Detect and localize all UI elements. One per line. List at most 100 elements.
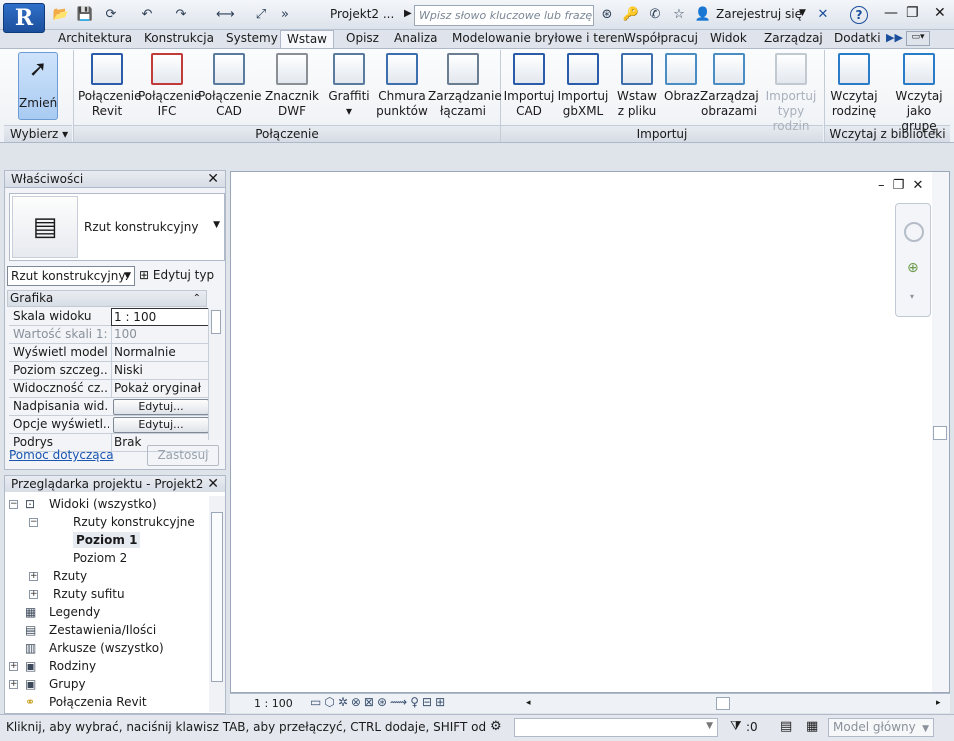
worksets-icon[interactable]: ⚙ — [490, 719, 502, 734]
help-icon[interactable]: ? — [850, 6, 868, 24]
expand-toggle-icon[interactable]: − — [9, 500, 18, 509]
filter-icon[interactable]: ⧩ — [730, 719, 742, 734]
tab-7[interactable]: Współpracuj — [618, 30, 704, 48]
binoculars-icon[interactable]: ⊛ — [598, 6, 616, 24]
property-value[interactable]: Niski — [111, 362, 209, 380]
property-value[interactable]: 100 — [111, 326, 209, 344]
measure-icon[interactable]: ⟷ — [216, 6, 235, 24]
property-row[interactable]: Poziom szczeg... Niski — [9, 362, 209, 380]
redo-icon[interactable]: ↷ — [172, 6, 190, 24]
instance-filter-select[interactable]: Rzut konstrukcyjny: ▼ — [7, 266, 135, 286]
expand-toggle-icon[interactable]: + — [29, 590, 38, 599]
tree-item[interactable]: Widoki (wszystko) — [49, 496, 157, 512]
more-tabs-icon[interactable]: ▶▶ — [886, 31, 903, 44]
close-icon[interactable]: ✕ — [207, 171, 219, 187]
graphics-section-header[interactable]: Grafika ⌃ — [7, 290, 207, 307]
tree-item[interactable]: Poziom 2 — [73, 550, 127, 566]
property-row[interactable]: Opcje wyświetl... Edytuj... — [9, 416, 209, 434]
ribbon-button-14[interactable]: Wczytaj jako grupę — [886, 50, 952, 133]
ribbon-button-10[interactable]: Obraz — [664, 50, 700, 122]
tree-item[interactable]: Zestawienia/Ilości — [49, 622, 156, 638]
ribbon-button-0[interactable]: Połączenie Revit — [78, 50, 142, 122]
view-scale[interactable]: 1 : 100 — [254, 697, 293, 710]
ribbon-button-4[interactable]: Graffiti ▾ — [322, 50, 376, 122]
exchange-apps-icon[interactable]: ✕ — [814, 6, 832, 24]
ribbon-button-7[interactable]: Importuj CAD — [502, 50, 556, 122]
ribbon-button-1[interactable]: Połączenie IFC — [138, 50, 202, 122]
tab-3[interactable]: Wstaw — [280, 30, 334, 49]
expand-toggle-icon[interactable]: + — [9, 662, 18, 671]
ribbon-button-13[interactable]: Wczytaj rodzinę — [826, 50, 882, 122]
undo-icon[interactable]: ↶ — [138, 6, 156, 24]
modify-button[interactable]: ➚ Zmień — [18, 52, 58, 120]
property-value[interactable]: 1 : 100 — [111, 308, 209, 326]
restore-view-icon[interactable]: ❐ — [893, 178, 905, 193]
scroll-thumb[interactable] — [211, 310, 221, 334]
vertical-scrollbar[interactable] — [932, 172, 949, 692]
expand-toggle-icon[interactable]: − — [29, 518, 38, 527]
ribbon-button-6[interactable]: Zarządzanie łączami — [428, 50, 502, 122]
expand-toggle-icon[interactable]: + — [29, 572, 38, 581]
property-row[interactable]: Skala widoku 1 : 100 — [9, 308, 209, 326]
property-row[interactable]: Widoczność cz... Pokaż oryginał — [9, 380, 209, 398]
select-panel-title[interactable]: Wybierz ▾ — [4, 125, 72, 142]
chevron-down-icon[interactable]: ▼ — [213, 220, 220, 230]
tab-10[interactable]: Dodatki — [828, 30, 887, 48]
communication-icon[interactable]: ✆ — [646, 6, 664, 24]
tree-item[interactable]: Poziom 1 — [73, 532, 141, 548]
main-model-icon[interactable]: ▦ — [806, 719, 818, 734]
close-view-icon[interactable]: ✕ — [912, 178, 923, 193]
ribbon-button-5[interactable]: Chmura punktów — [376, 50, 428, 122]
properties-help-link[interactable]: Pomoc dotycząca — [9, 448, 114, 462]
minimize-view-icon[interactable]: – — [878, 178, 885, 193]
view-control-icons[interactable]: ▭⬡✲⊗⊠⊛⟿♀⊟⊞ — [310, 695, 448, 709]
drawing-area[interactable] — [230, 171, 950, 693]
subscription-icon[interactable]: 🔑 — [622, 6, 640, 24]
tab-6[interactable]: Modelowanie bryłowe i teren — [446, 30, 631, 48]
open-icon[interactable]: 📂 — [52, 6, 70, 24]
tab-1[interactable]: Konstrukcja — [138, 30, 220, 48]
tab-8[interactable]: Widok — [704, 30, 753, 48]
scroll-thumb[interactable] — [211, 512, 223, 682]
browser-scrollbar[interactable] — [209, 496, 225, 712]
sync-icon[interactable]: ⟳ — [102, 6, 120, 24]
ribbon-button-11[interactable]: Zarządzaj obrazami — [700, 50, 759, 122]
restore-icon[interactable]: ❐ — [906, 5, 919, 21]
nav-menu-icon[interactable]: ▾ — [910, 292, 914, 301]
minimize-icon[interactable]: — — [884, 5, 898, 21]
type-selector[interactable]: ▤ Rzut konstrukcyjny ▼ — [9, 193, 225, 261]
properties-scrollbar[interactable] — [208, 308, 222, 440]
ribbon-button-2[interactable]: Połączenie CAD — [198, 50, 262, 122]
zoom-icon[interactable]: ⊕ — [907, 260, 919, 276]
sign-in-link[interactable]: Zarejestruj się — [716, 7, 802, 21]
search-expand-icon[interactable]: ▶ — [404, 8, 412, 19]
close-window-icon[interactable]: ✕ — [934, 5, 946, 21]
save-icon[interactable]: 💾 — [76, 6, 94, 24]
close-icon[interactable]: ✕ — [207, 476, 219, 492]
design-option-select[interactable]: Model główny ▼ — [828, 718, 934, 737]
tree-item[interactable]: Arkusze (wszystko) — [49, 640, 164, 656]
ribbon-minimize-icon[interactable]: ▭▾ — [906, 31, 930, 46]
tree-item[interactable]: Rzuty — [53, 568, 87, 584]
tree-item[interactable]: Rodziny — [49, 658, 96, 674]
edit-button[interactable]: Edytuj... — [113, 417, 209, 433]
favorites-star-icon[interactable]: ☆ — [670, 6, 688, 24]
tree-item[interactable]: Rzuty sufitu — [53, 586, 125, 602]
aligned-dimension-icon[interactable]: ⤢ — [252, 6, 270, 24]
tree-item[interactable]: Połączenia Revit — [49, 694, 147, 710]
property-value[interactable]: Pokaż oryginał — [111, 380, 209, 398]
tab-0[interactable]: Architektura — [52, 30, 138, 48]
edit-button[interactable]: Edytuj... — [113, 399, 209, 415]
property-row[interactable]: Wartość skali 1: 100 — [9, 326, 209, 344]
tree-item[interactable]: Grupy — [49, 676, 86, 692]
workset-select[interactable]: ▼ — [514, 718, 718, 737]
design-options-icon[interactable]: ▤ — [780, 719, 792, 734]
expand-toggle-icon[interactable]: + — [9, 680, 18, 689]
application-menu-button[interactable]: R — [3, 3, 45, 33]
scroll-right-icon[interactable]: ▸ — [936, 698, 941, 708]
tree-item[interactable]: Rzuty konstrukcyjne — [73, 514, 195, 530]
steering-wheel-icon[interactable] — [904, 222, 924, 242]
property-value[interactable]: Normalnie — [111, 344, 209, 362]
more-tools-icon[interactable]: » — [276, 6, 294, 24]
tab-5[interactable]: Analiza — [388, 30, 444, 48]
